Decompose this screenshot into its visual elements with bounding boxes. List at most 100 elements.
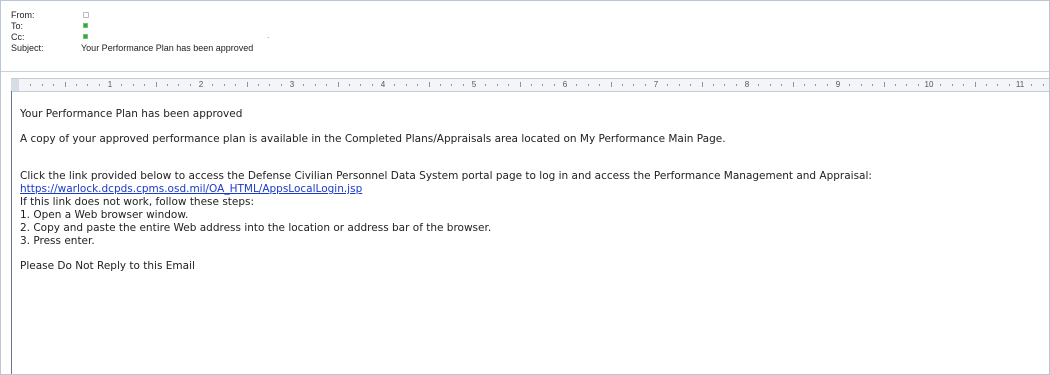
ruler-tick xyxy=(906,84,908,86)
ruler-tick xyxy=(724,84,726,86)
ruler-tick xyxy=(348,84,350,86)
ruler-tick xyxy=(667,84,669,86)
ruler-number: 2 xyxy=(198,80,204,89)
ruler-tick xyxy=(360,84,362,86)
ruler[interactable]: 1 2 3 4 5 6 7 8 9 10 11 xyxy=(11,78,1049,92)
body-paragraph-1: A copy of your approved performance plan… xyxy=(20,133,726,145)
ruler-tick xyxy=(121,84,123,86)
message-body[interactable]: Your Performance Plan has been approved … xyxy=(20,108,1040,273)
ruler-tick xyxy=(826,84,828,86)
from-row: From: xyxy=(9,10,1049,21)
ruler-tick xyxy=(997,84,999,86)
email-window: From: To: Cc: . Subject: Your Performanc… xyxy=(0,0,1050,375)
ruler-tick xyxy=(951,84,953,86)
step-3: 3. Press enter. xyxy=(20,235,95,247)
ruler-tick xyxy=(235,84,237,86)
ruler-tick xyxy=(223,84,225,86)
vertical-ruler-line xyxy=(11,91,12,374)
ruler-tick xyxy=(940,84,942,86)
ruler-tick xyxy=(314,84,316,86)
ruler-tick xyxy=(860,84,862,86)
ruler-number: 7 xyxy=(653,80,659,89)
ruler-tick xyxy=(257,84,259,86)
to-label: To: xyxy=(11,21,24,31)
ruler-tick xyxy=(769,84,771,86)
ruler-tick xyxy=(405,84,407,86)
ruler-tick xyxy=(178,84,180,86)
ruler-tick xyxy=(417,84,419,86)
ruler-tick xyxy=(917,84,919,86)
ruler-tick xyxy=(758,84,760,86)
ruler-tick xyxy=(872,84,874,86)
ruler-tick xyxy=(701,82,703,87)
ruler-tick xyxy=(508,84,510,86)
ruler-tick xyxy=(246,82,248,87)
ruler-tick xyxy=(678,84,680,86)
ruler-tick xyxy=(166,84,168,86)
ruler-tick xyxy=(1031,84,1033,86)
body-heading: Your Performance Plan has been approved xyxy=(20,108,243,120)
ruler-tick xyxy=(690,84,692,86)
ruler-tick xyxy=(712,84,714,86)
ruler-tick xyxy=(815,84,817,86)
ruler-number: 5 xyxy=(471,80,477,89)
login-link[interactable]: https://warlock.dcpds.cpms.osd.mil/OA_HT… xyxy=(20,183,362,195)
ruler-tick xyxy=(326,84,328,86)
ruler-number: 3 xyxy=(289,80,295,89)
ruler-tick xyxy=(644,84,646,86)
ruler-number: 6 xyxy=(562,80,568,89)
ruler-tick xyxy=(849,84,851,86)
ruler-tick xyxy=(599,84,601,86)
ruler-tick xyxy=(553,84,555,86)
ruler-tick xyxy=(530,84,532,86)
ruler-tick xyxy=(269,84,271,86)
ruler-tick xyxy=(519,82,521,87)
ruler-tick xyxy=(280,84,282,86)
to-row: To: xyxy=(9,21,1049,32)
ruler-number: 1 xyxy=(107,80,113,89)
ruler-left-margin[interactable] xyxy=(11,79,19,91)
ruler-number: 11 xyxy=(1015,80,1025,89)
ruler-tick xyxy=(894,84,896,86)
ruler-tick xyxy=(974,82,976,87)
ruler-tick xyxy=(792,82,794,87)
ruler-tick xyxy=(64,82,66,87)
ruler-tick xyxy=(781,84,783,86)
cc-extra: . xyxy=(267,30,272,40)
ruler-tick xyxy=(1042,84,1044,86)
ruler-tick xyxy=(985,84,987,86)
ruler-tick xyxy=(337,82,339,87)
ruler-tick xyxy=(144,84,146,86)
ruler-tick xyxy=(439,84,441,86)
closing-note: Please Do Not Reply to this Email xyxy=(20,260,195,272)
instructions-intro: If this link does not work, follow these… xyxy=(20,196,255,208)
ruler-tick xyxy=(371,84,373,86)
cc-row: Cc: . xyxy=(9,30,1049,43)
ruler-tick xyxy=(1008,84,1010,86)
cc-presence-icon xyxy=(83,34,88,39)
ruler-tick xyxy=(587,84,589,86)
ruler-tick xyxy=(155,82,157,87)
ruler-tick xyxy=(610,82,612,87)
subject-value: Your Performance Plan has been approved xyxy=(81,43,254,53)
ruler-number: 9 xyxy=(835,80,841,89)
ruler-tick xyxy=(883,82,885,87)
ruler-tick xyxy=(189,84,191,86)
ruler-tick xyxy=(485,84,487,86)
header-divider xyxy=(1,71,1049,72)
ruler-tick xyxy=(98,84,100,86)
ruler-tick xyxy=(496,84,498,86)
ruler-tick xyxy=(735,84,737,86)
ruler-tick xyxy=(132,84,134,86)
ruler-tick xyxy=(963,84,965,86)
ruler-tick xyxy=(75,84,77,86)
to-presence-icon xyxy=(83,23,88,28)
ruler-tick xyxy=(87,84,89,86)
ruler-tick xyxy=(542,84,544,86)
ruler-tick xyxy=(212,84,214,86)
ruler-tick xyxy=(576,84,578,86)
ruler-tick xyxy=(428,82,430,87)
ruler-tick xyxy=(803,84,805,86)
ruler-number: 10 xyxy=(924,80,934,89)
cc-label: Cc: xyxy=(11,32,25,42)
